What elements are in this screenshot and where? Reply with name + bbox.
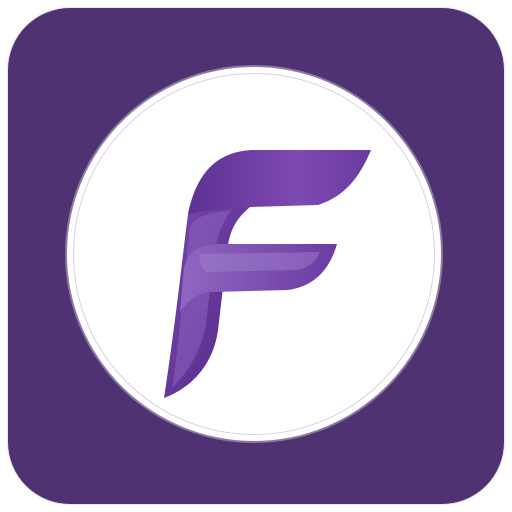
icon-canvas — [0, 0, 512, 512]
letter-f-logo-icon — [164, 150, 371, 398]
